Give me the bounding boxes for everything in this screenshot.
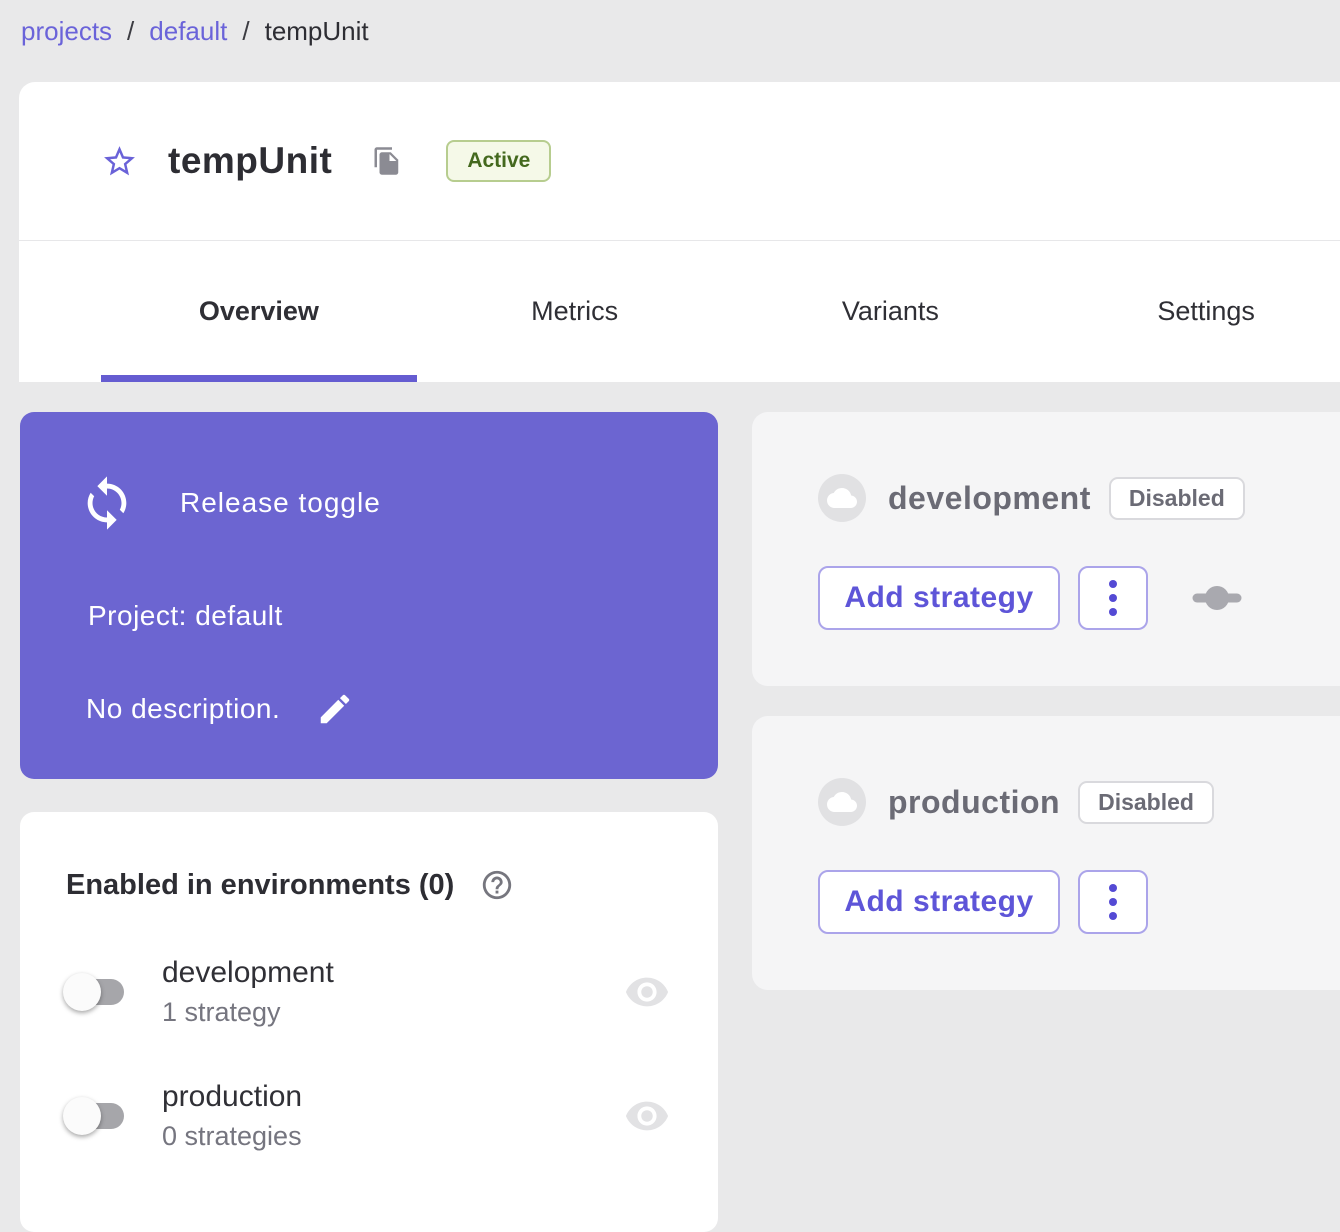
status-badge: Active: [446, 140, 551, 182]
environment-name: development: [162, 956, 334, 990]
feature-type-card: Release toggle Project: default No descr…: [20, 412, 718, 779]
production-strategies-card: production Disabled Add strategy: [752, 716, 1340, 990]
production-card-actions: Add strategy: [818, 870, 1340, 934]
add-strategy-button[interactable]: Add strategy: [818, 870, 1060, 934]
environment-row-development: development 1 strategy: [66, 956, 670, 1028]
copy-icon[interactable]: [372, 146, 402, 176]
breadcrumb-current: tempUnit: [265, 16, 369, 47]
feature-header-card: tempUnit Active Overview Metrics Variant…: [19, 82, 1340, 382]
environment-name: production: [162, 1080, 302, 1114]
enabled-environments-card: Enabled in environments (0) development …: [20, 812, 718, 1232]
breadcrumb-projects-link[interactable]: projects: [21, 16, 112, 47]
development-strategies-card: development Disabled Add strategy: [752, 412, 1340, 686]
description-row: No description.: [86, 690, 718, 728]
kebab-dot: [1109, 580, 1117, 588]
breadcrumb: projects / default / tempUnit: [0, 0, 1340, 82]
page-title: tempUnit: [168, 140, 332, 182]
production-toggle-switch[interactable]: [66, 1096, 124, 1136]
cloud-icon: [827, 483, 857, 513]
feature-title-row: tempUnit Active: [19, 82, 1340, 240]
breadcrumb-separator: /: [127, 16, 134, 47]
visibility-eye-icon[interactable]: [624, 969, 670, 1015]
tab-variants[interactable]: Variants: [733, 241, 1049, 382]
right-column: development Disabled Add strategy: [752, 412, 1340, 1232]
edit-pencil-icon[interactable]: [316, 690, 354, 728]
visibility-eye-icon[interactable]: [624, 1093, 670, 1139]
feature-type-label: Release toggle: [180, 487, 381, 519]
tab-overview[interactable]: Overview: [101, 241, 417, 382]
description-text: No description.: [86, 693, 280, 725]
development-card-actions: Add strategy: [818, 566, 1340, 630]
tabs: Overview Metrics Variants Settings: [19, 241, 1340, 382]
kebab-dot: [1109, 912, 1117, 920]
kebab-dot: [1109, 594, 1117, 602]
development-card-header: development Disabled: [818, 474, 1340, 522]
tab-settings[interactable]: Settings: [1048, 241, 1340, 382]
environment-row-labels: development 1 strategy: [162, 956, 334, 1028]
tab-metrics[interactable]: Metrics: [417, 241, 733, 382]
content-area: Release toggle Project: default No descr…: [0, 382, 1340, 1232]
left-column: Release toggle Project: default No descr…: [20, 412, 718, 1232]
environment-status-badge: Disabled: [1078, 781, 1214, 824]
loop-refresh-icon: [78, 474, 136, 532]
enabled-environments-header: Enabled in environments (0): [66, 868, 670, 902]
toggle-thumb: [63, 1097, 101, 1135]
kebab-menu-button[interactable]: [1078, 566, 1148, 630]
favorite-star-icon[interactable]: [101, 143, 138, 180]
strategy-count: 0 strategies: [162, 1121, 302, 1152]
toggle-thumb: [63, 973, 101, 1011]
strategy-count: 1 strategy: [162, 997, 334, 1028]
development-toggle-switch[interactable]: [66, 972, 124, 1012]
environment-avatar: [818, 778, 866, 826]
environment-avatar: [818, 474, 866, 522]
kebab-dot: [1109, 898, 1117, 906]
breadcrumb-separator: /: [242, 16, 249, 47]
slider-icon: [1190, 583, 1244, 613]
production-card-header: production Disabled: [818, 778, 1340, 826]
breadcrumb-default-link[interactable]: default: [149, 16, 227, 47]
project-label: Project: default: [88, 600, 718, 632]
environment-card-name: production: [888, 784, 1060, 821]
environment-status-badge: Disabled: [1109, 477, 1245, 520]
cloud-icon: [827, 787, 857, 817]
add-strategy-button[interactable]: Add strategy: [818, 566, 1060, 630]
kebab-dot: [1109, 608, 1117, 616]
kebab-dot: [1109, 884, 1117, 892]
enabled-environments-title: Enabled in environments (0): [66, 869, 454, 902]
environment-row-production: production 0 strategies: [66, 1080, 670, 1152]
kebab-menu-button[interactable]: [1078, 870, 1148, 934]
environment-card-name: development: [888, 480, 1091, 517]
environment-row-labels: production 0 strategies: [162, 1080, 302, 1152]
feature-type-row: Release toggle: [20, 412, 718, 532]
help-circle-icon[interactable]: [480, 868, 514, 902]
